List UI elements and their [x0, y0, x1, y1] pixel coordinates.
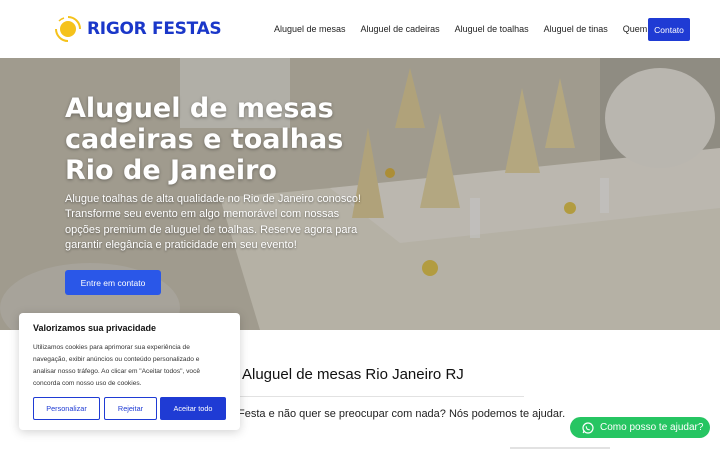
hero-title: Aluguel de mesas cadeiras e toalhas Rio …: [65, 93, 344, 186]
whatsapp-chat-button[interactable]: Como posso te ajudar?: [570, 417, 710, 438]
reject-cookies-button[interactable]: Rejeitar: [104, 397, 157, 420]
cookie-text: Utilizamos cookies para aprimorar sua ex…: [33, 344, 201, 387]
brand-logo[interactable]: RIGOR FESTAS: [54, 13, 222, 45]
section-title: Aluguel de mesas Rio Janeiro RJ: [242, 366, 464, 383]
sun-logo-icon: [54, 15, 82, 43]
cookie-consent-banner: Valorizamos sua privacidade Utilizamos c…: [19, 313, 240, 430]
contact-button[interactable]: Contato: [648, 18, 690, 41]
accept-cookies-button[interactable]: Aceitar todo: [160, 397, 226, 420]
nav-item-mesas[interactable]: Aluguel de mesas: [274, 18, 346, 40]
brand-name: RIGOR FESTAS: [87, 19, 222, 39]
divider: [510, 447, 610, 449]
site-header: RIGOR FESTAS Aluguel de mesas Aluguel de…: [0, 0, 720, 58]
hero-description: Alugue toalhas de alta qualidade no Rio …: [65, 193, 361, 251]
divider: [238, 396, 524, 397]
nav-item-tinas[interactable]: Aluguel de tinas: [544, 18, 608, 40]
whatsapp-label: Como posso te ajudar?: [600, 422, 704, 433]
nav-item-toalhas[interactable]: Aluguel de toalhas: [455, 18, 529, 40]
main-nav: Aluguel de mesas Aluguel de cadeiras Alu…: [274, 18, 691, 40]
section-text: Festa e não quer se preocupar com nada? …: [238, 408, 566, 420]
hero-banner: Aluguel de mesas cadeiras e toalhas Rio …: [0, 58, 720, 330]
contact-cta-button[interactable]: Entre em contato: [65, 270, 161, 295]
whatsapp-icon: [582, 421, 594, 434]
customize-cookies-button[interactable]: Personalizar: [33, 397, 100, 420]
nav-item-cadeiras[interactable]: Aluguel de cadeiras: [361, 18, 440, 40]
cookie-title: Valorizamos sua privacidade: [33, 323, 157, 333]
